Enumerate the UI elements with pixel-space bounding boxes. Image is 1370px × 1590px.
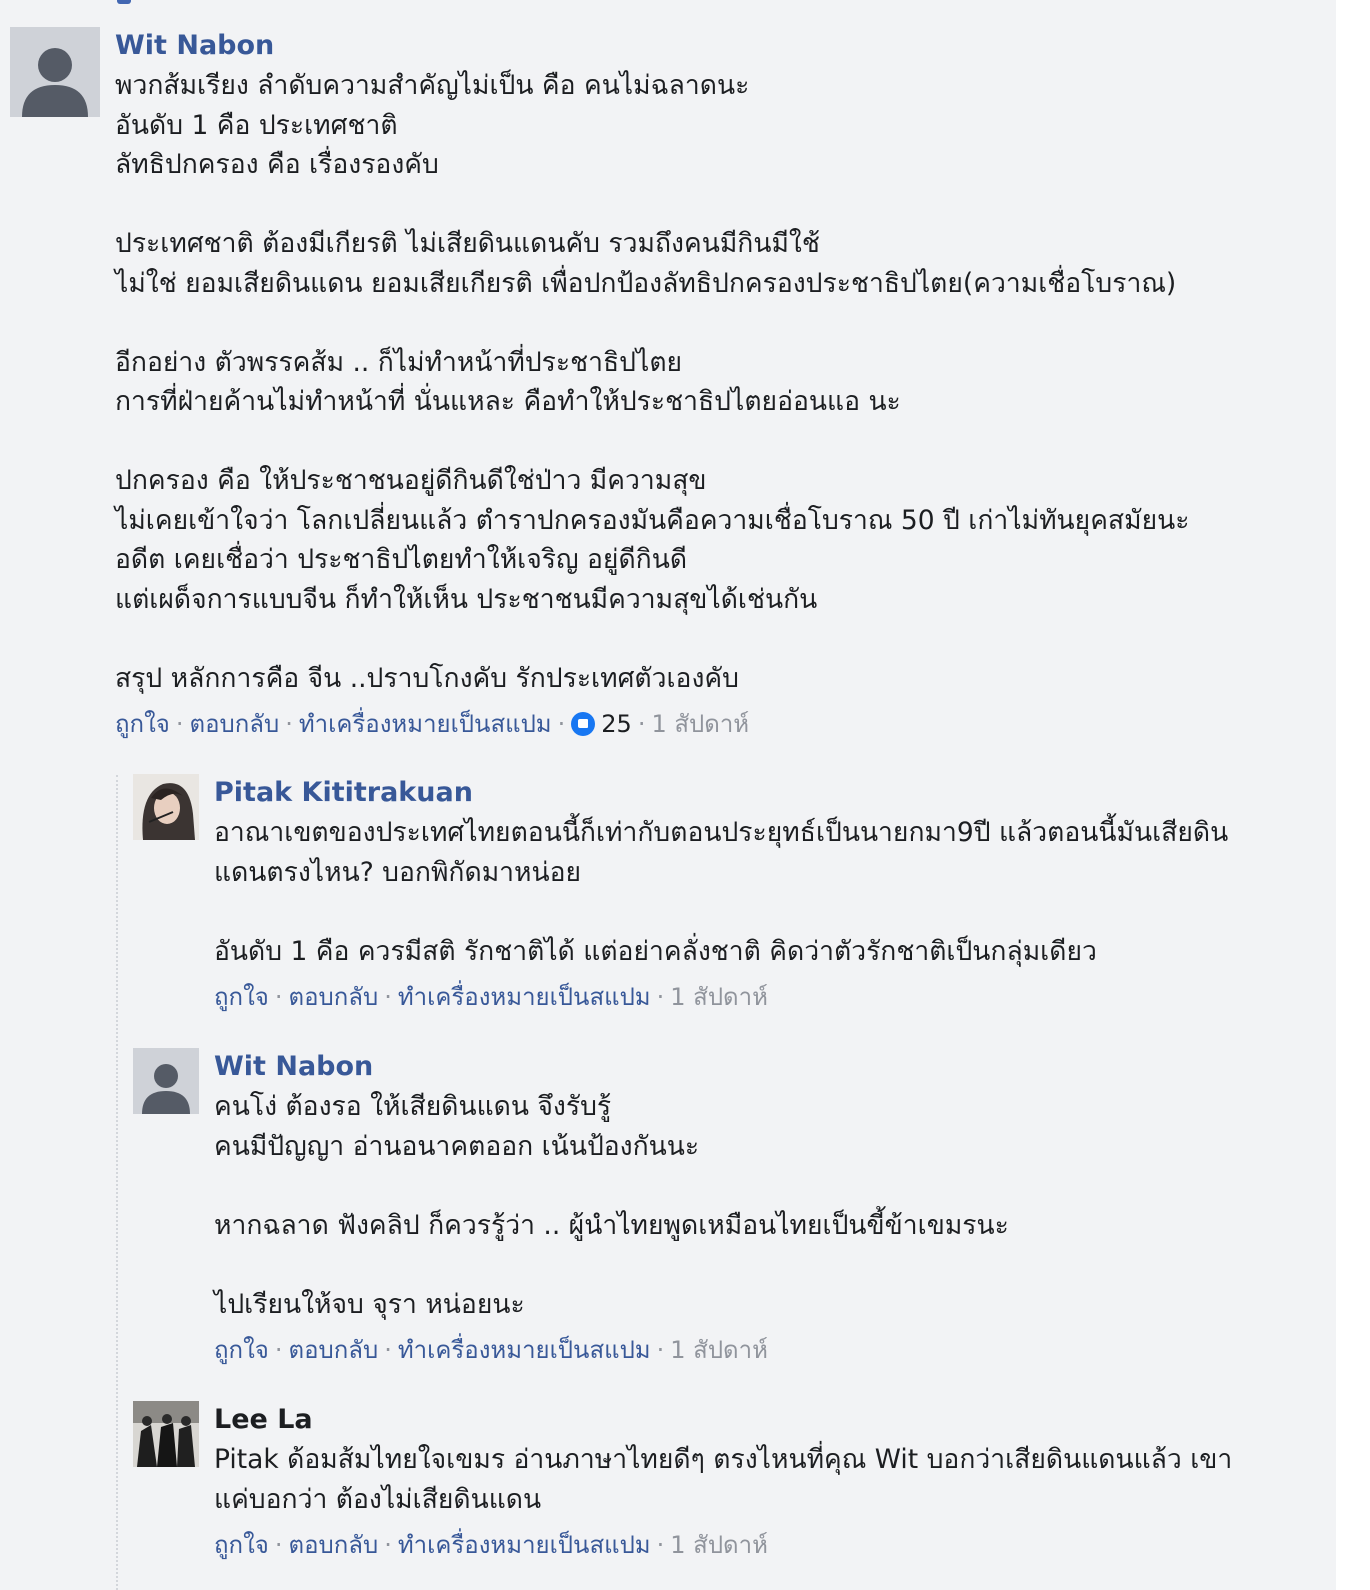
comment-author-link[interactable]: Lee La <box>214 1400 1324 1440</box>
comment-actions: ถูกใจ · ตอบกลับ · ทำเครื่องหมายเป็นสแปม · 1 สั… <box>214 1531 768 1559</box>
comment-author-link[interactable]: Pitak Kititrakuan <box>214 773 1324 813</box>
comment-timestamp[interactable]: 1 สัปดาห์ <box>670 983 768 1011</box>
comment-timestamp[interactable]: 1 สัปดาห์ <box>651 710 749 738</box>
like-button[interactable]: ถูกใจ <box>214 1336 269 1364</box>
reply-button[interactable]: ตอบกลับ <box>189 710 279 738</box>
like-button[interactable]: ถูกใจ <box>115 710 170 738</box>
comment-text: Pitak ด้อมส้มไทยใจเขมร อ่านภาษาไทยดีๆ ตร… <box>214 1444 1233 1515</box>
user-photo-avatar[interactable] <box>133 1401 199 1467</box>
like-button[interactable]: ถูกใจ <box>214 983 269 1011</box>
mark-as-spam-button[interactable]: ทำเครื่องหมายเป็นสแปม <box>398 1336 651 1364</box>
default-avatar-icon[interactable] <box>133 1048 199 1114</box>
reply-button[interactable]: ตอบกลับ <box>288 1531 378 1559</box>
scroll-edge-indicator <box>117 0 131 4</box>
reply-button[interactable]: ตอบกลับ <box>288 983 378 1011</box>
comment-timestamp[interactable]: 1 สัปดาห์ <box>670 1531 768 1559</box>
comment-text: อาณาเขตของประเทศไทยตอนนี้ก็เท่ากับตอนประ… <box>214 817 1229 967</box>
comment-actions: ถูกใจ · ตอบกลับ · ทำเครื่องหมายเป็นสแปม · 1 สั… <box>214 1336 768 1364</box>
comments-panel: Wit Nabon พวกส้มเรียง ลำดับความสำคัญไม่เ… <box>0 0 1336 1590</box>
mark-as-spam-button[interactable]: ทำเครื่องหมายเป็นสแปม <box>299 710 552 738</box>
user-photo-avatar[interactable] <box>133 774 199 840</box>
default-avatar-icon[interactable] <box>10 27 100 117</box>
comment-text: พวกส้มเรียง ลำดับความสำคัญไม่เป็น คือ คน… <box>115 70 1190 694</box>
like-reaction-icon[interactable] <box>571 712 596 736</box>
like-button[interactable]: ถูกใจ <box>214 1531 269 1559</box>
comment-timestamp[interactable]: 1 สัปดาห์ <box>670 1336 768 1364</box>
comment-actions: ถูกใจ · ตอบกลับ · ทำเครื่องหมายเป็นสแปม · 25 · 1… <box>115 710 750 738</box>
reaction-count[interactable]: 25 <box>601 710 632 738</box>
reply-thread-line <box>116 775 118 1590</box>
comment-author-link[interactable]: Wit Nabon <box>214 1047 1324 1087</box>
reply-button[interactable]: ตอบกลับ <box>288 1336 378 1364</box>
comment-text: คนโง่ ต้องรอ ให้เสียดินแดน จึงรับรู้ คนม… <box>214 1091 1009 1320</box>
comment-actions: ถูกใจ · ตอบกลับ · ทำเครื่องหมายเป็นสแปม · 1 สั… <box>214 983 768 1011</box>
comment-author-link[interactable]: Wit Nabon <box>115 26 1315 66</box>
mark-as-spam-button[interactable]: ทำเครื่องหมายเป็นสแปม <box>398 983 651 1011</box>
mark-as-spam-button[interactable]: ทำเครื่องหมายเป็นสแปม <box>398 1531 651 1559</box>
